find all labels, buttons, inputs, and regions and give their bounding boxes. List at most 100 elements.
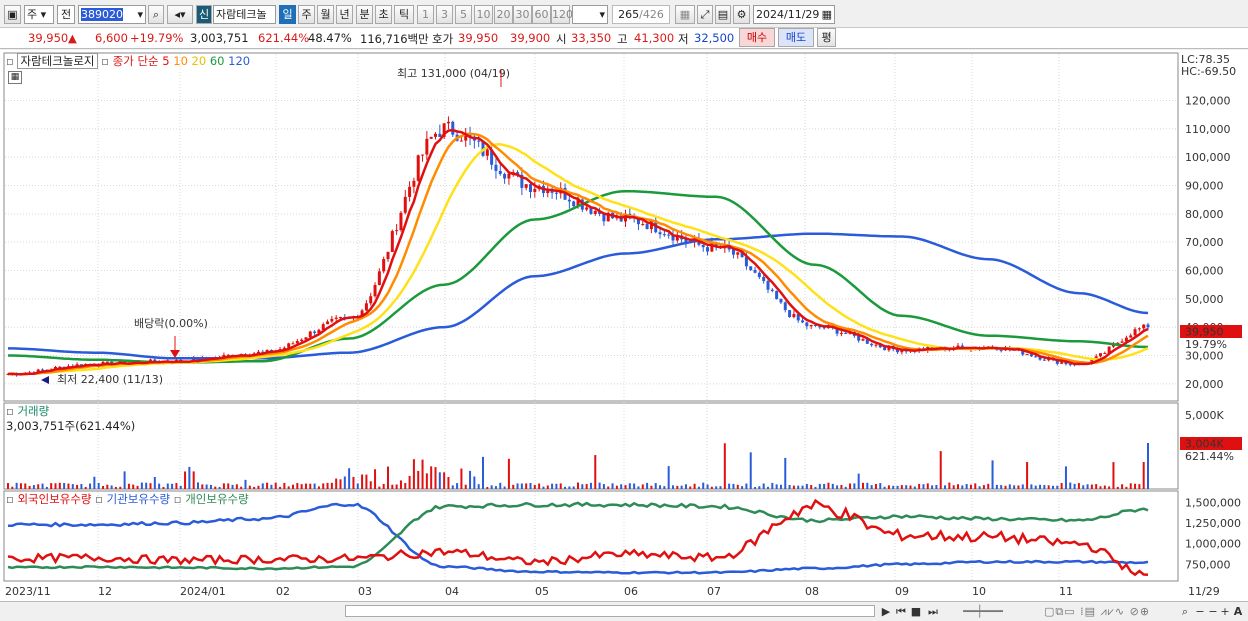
period-week[interactable]: 주	[298, 5, 315, 24]
interval-1[interactable]: 1	[417, 5, 434, 24]
candle-body	[1129, 335, 1133, 338]
stop-icon[interactable]: ■	[910, 604, 922, 619]
date-input[interactable]: 2024/11/29 ▦	[753, 5, 835, 24]
ma-label[interactable]: 종가 단순	[113, 54, 159, 68]
volume-bar	[568, 486, 571, 489]
volume-bar	[818, 483, 821, 489]
save-icon[interactable]: ▤	[715, 5, 731, 24]
volume-bar	[171, 483, 174, 489]
stock-chart[interactable]: 120,000 110,000 100,000 90,000 80,000 70,000 6…	[0, 50, 1248, 603]
interval-10[interactable]: 10	[474, 5, 493, 24]
volume-bar	[905, 485, 908, 489]
sell-button[interactable]: 매도	[778, 28, 814, 47]
volume-bar	[762, 483, 765, 489]
first-icon[interactable]: ⏮	[894, 604, 908, 619]
high-annotation: 최고 131,000 (04/19)	[397, 67, 510, 80]
count-field[interactable]: 265/426	[612, 5, 670, 24]
volume-bar	[412, 459, 415, 489]
interval-30[interactable]: 30	[513, 5, 532, 24]
chart-area[interactable]: 120,000 110,000 100,000 90,000 80,000 70,000 6…	[0, 50, 1248, 603]
plus-icon[interactable]: +	[1219, 604, 1231, 619]
font-size-icon[interactable]: A	[1231, 604, 1245, 619]
code-input[interactable]: 389020 ▾	[78, 5, 146, 24]
speaker-icon[interactable]: ◂▾	[167, 5, 193, 24]
ma-5[interactable]: 5	[162, 54, 169, 68]
volume-bar	[145, 482, 148, 489]
settings-icon[interactable]: ▫	[6, 54, 14, 68]
period-month[interactable]: 월	[317, 5, 334, 24]
volume-bar	[646, 482, 649, 489]
volume-bar	[676, 485, 679, 489]
scrollbar-track[interactable]	[345, 605, 875, 617]
volume-legend: ▫ 거래량	[6, 404, 50, 418]
volume-bar	[555, 483, 558, 489]
zoom-icon[interactable]: ⤢	[697, 5, 713, 24]
volume-bar	[1073, 483, 1076, 489]
eval-button[interactable]: 평	[817, 28, 836, 47]
interval-120[interactable]: 120	[551, 5, 573, 24]
period-day[interactable]: 일	[279, 5, 296, 24]
bars-icon[interactable]: ▦	[675, 5, 695, 24]
candle-body	[757, 272, 761, 278]
stock-name-tag[interactable]: 자람테크놀로지	[17, 53, 98, 69]
interval-3[interactable]: 3	[436, 5, 453, 24]
volume-bar	[93, 476, 96, 489]
minus-icon[interactable]: −	[1207, 604, 1219, 619]
candle-body	[870, 343, 874, 346]
volume-bar	[54, 483, 57, 489]
institution-holding-label[interactable]: 기관보유수량	[107, 492, 170, 506]
last-icon[interactable]: ⏭	[926, 604, 940, 619]
volume-bar	[153, 476, 156, 489]
volume-bar	[1134, 483, 1137, 489]
volume-bar	[304, 483, 307, 489]
interval-20[interactable]: 20	[494, 5, 513, 24]
zoom-slider[interactable]: ━━┿━━━	[948, 604, 1018, 619]
foreign-holding-label[interactable]: 외국인보유수량	[17, 492, 91, 506]
volume-bar	[827, 482, 830, 489]
holding-y-tick: 1,000,000	[1185, 538, 1241, 551]
ma-60[interactable]: 60	[210, 54, 225, 68]
ma-20[interactable]: 20	[192, 54, 207, 68]
magnify-icon[interactable]: ⌕	[1178, 604, 1192, 619]
ma-120[interactable]: 120	[228, 54, 250, 68]
calendar-icon[interactable]: ▦	[822, 6, 832, 23]
period-minute[interactable]: 분	[356, 5, 373, 24]
volume-bar	[106, 484, 109, 489]
grid-icon[interactable]: ▦	[8, 71, 22, 84]
volume-title[interactable]: 거래량	[17, 404, 49, 418]
volume-bar	[680, 485, 683, 489]
volume-bar	[633, 483, 636, 489]
volume-bar	[723, 443, 726, 489]
drawing-tools[interactable]: ▢⧉▭ ⁞▤ ⩘⩗∿ ⊘⊕	[1022, 604, 1172, 619]
period-year[interactable]: 년	[336, 5, 353, 24]
period-tick[interactable]: 틱	[394, 5, 414, 24]
volume-bar	[767, 486, 769, 489]
interval-5[interactable]: 5	[455, 5, 472, 24]
zoom-out-icon[interactable]: −	[1194, 604, 1206, 619]
prev-field[interactable]: 전	[57, 5, 75, 24]
x-axis-label: 2023/11	[5, 585, 51, 598]
volume-bar	[974, 483, 977, 489]
search-icon[interactable]: ⌕	[148, 5, 164, 24]
interval-60[interactable]: 60	[532, 5, 551, 24]
scroll-right-icon[interactable]: ▶	[880, 604, 892, 619]
individual-holding-label[interactable]: 개인보유수량	[185, 492, 248, 506]
volume-bar	[719, 486, 722, 489]
volume-bar	[792, 485, 795, 489]
market-select[interactable]: 주 ▾	[24, 5, 54, 24]
candle-body	[334, 317, 338, 319]
gear-icon[interactable]: ⚙	[733, 5, 750, 24]
volume-bar	[1047, 485, 1050, 489]
period-second[interactable]: 초	[375, 5, 392, 24]
volume-bar	[512, 484, 515, 489]
candle-body	[313, 331, 317, 334]
candle-body	[416, 155, 420, 181]
window-icon[interactable]: ▣	[4, 5, 21, 24]
custom-interval-select[interactable]: ▾	[572, 5, 608, 24]
stock-name-field: 자람테크놀	[213, 5, 276, 24]
volume-bar	[538, 483, 541, 489]
buy-button[interactable]: 매수	[739, 28, 775, 47]
ma-10[interactable]: 10	[173, 54, 188, 68]
volume-bar	[1116, 486, 1119, 489]
x-axis-label: 08	[805, 585, 819, 598]
